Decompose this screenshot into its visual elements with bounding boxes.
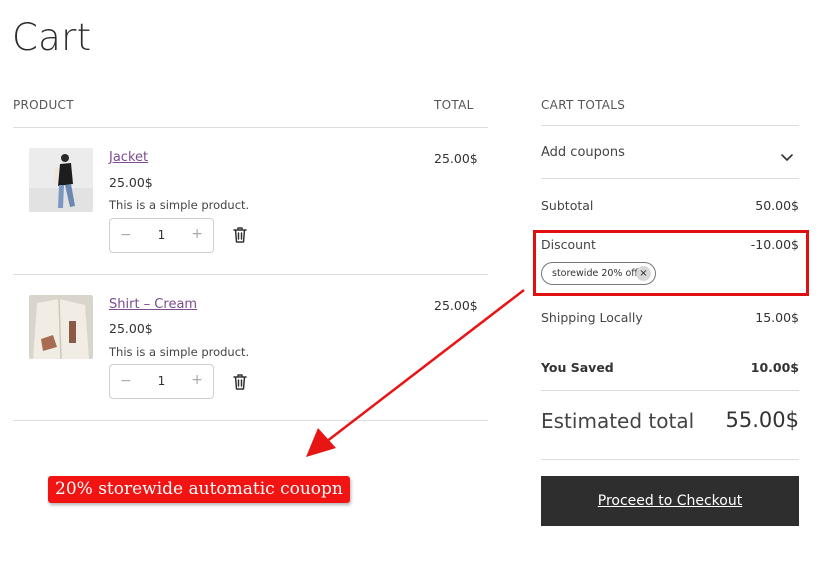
qty-increase-button[interactable]: + <box>191 226 203 242</box>
divider <box>541 125 799 126</box>
line-total: 25.00$ <box>434 151 478 166</box>
subtotal-label: Subtotal <box>541 198 594 213</box>
col-header-total: TOTAL <box>434 98 474 112</box>
jacket-thumbnail[interactable] <box>29 148 93 212</box>
subtotal-value: 50.00$ <box>755 198 799 213</box>
trash-icon[interactable] <box>232 373 248 391</box>
discount-highlight-box <box>533 230 809 296</box>
quantity-stepper: − 1 + <box>109 218 214 253</box>
product-price: 25.00$ <box>109 321 153 336</box>
quantity-stepper: − 1 + <box>109 364 214 399</box>
qty-increase-button[interactable]: + <box>191 372 203 388</box>
shipping-value: 15.00$ <box>755 310 799 325</box>
product-name-link[interactable]: Shirt – Cream <box>109 297 197 312</box>
product-price: 25.00$ <box>109 175 153 190</box>
add-coupons-toggle[interactable]: Add coupons <box>541 145 625 160</box>
divider <box>13 127 488 128</box>
proceed-to-checkout-button[interactable]: Proceed to Checkout <box>541 476 799 526</box>
product-description: This is a simple product. <box>109 198 250 212</box>
annotation-label: 20% storewide automatic couopn <box>48 476 350 503</box>
shirt-thumbnail[interactable] <box>29 295 93 359</box>
trash-icon[interactable] <box>232 226 248 244</box>
estimated-total-value: 55.00$ <box>725 408 799 432</box>
divider <box>541 390 799 391</box>
divider <box>541 459 799 460</box>
divider <box>13 274 488 275</box>
product-name-link[interactable]: Jacket <box>109 150 148 165</box>
line-total: 25.00$ <box>434 298 478 313</box>
cart-totals-heading: CART TOTALS <box>541 98 626 112</box>
col-header-product: PRODUCT <box>13 98 74 112</box>
you-saved-label: You Saved <box>541 360 614 375</box>
shipping-label: Shipping Locally <box>541 310 643 325</box>
you-saved-value: 10.00$ <box>750 360 799 375</box>
chevron-down-icon[interactable] <box>780 148 794 161</box>
product-description: This is a simple product. <box>109 345 250 359</box>
divider <box>13 420 488 421</box>
divider <box>541 178 799 179</box>
page-title: Cart <box>12 16 92 59</box>
estimated-total-label: Estimated total <box>541 409 695 433</box>
